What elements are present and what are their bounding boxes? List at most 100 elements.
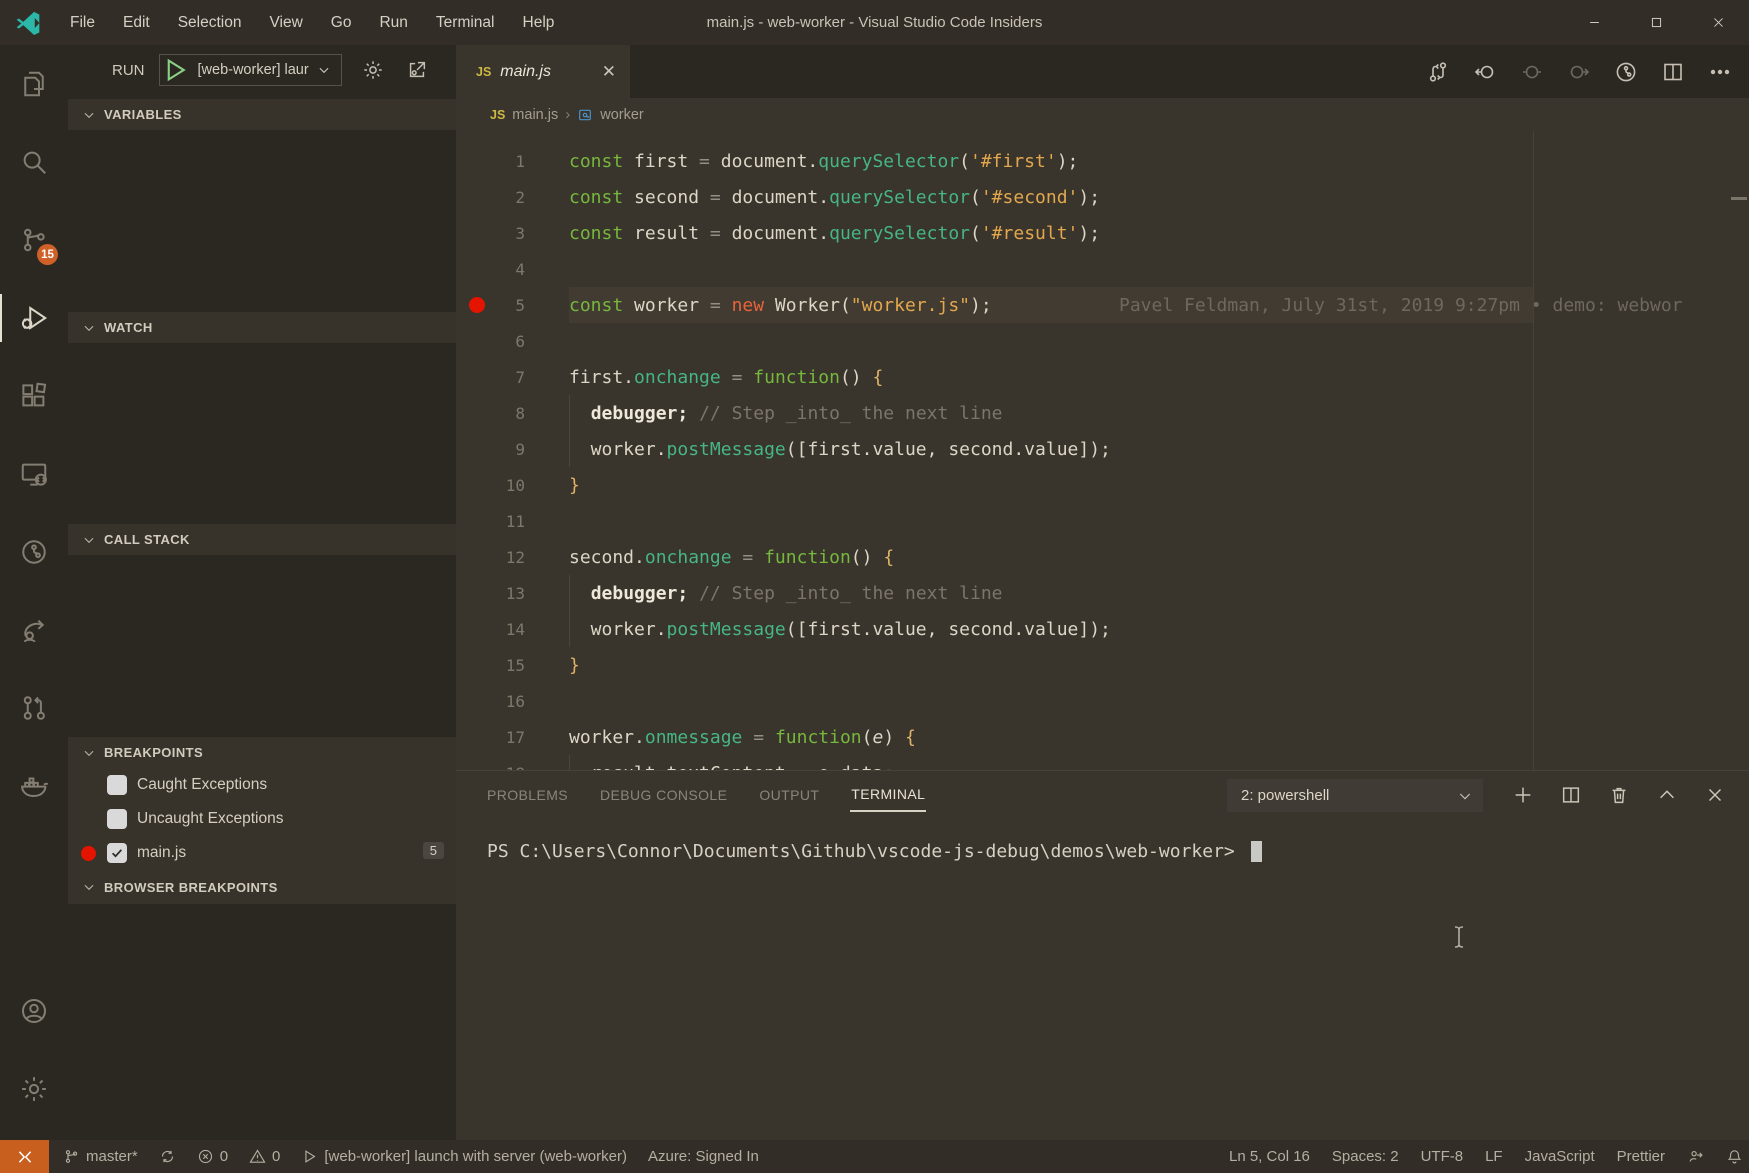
line-number[interactable]: 12: [456, 548, 547, 567]
line-number[interactable]: 14: [456, 620, 547, 639]
close-button[interactable]: [1687, 0, 1749, 45]
new-terminal-icon[interactable]: [1499, 775, 1547, 815]
source-control-icon[interactable]: 15: [0, 201, 68, 279]
status-notifications[interactable]: [1726, 1148, 1743, 1165]
status-warnings[interactable]: 0: [249, 1148, 280, 1165]
line-number[interactable]: 6: [456, 332, 547, 351]
extensions-icon[interactable]: [0, 357, 68, 435]
line-number[interactable]: 13: [456, 584, 547, 603]
line-number[interactable]: 8: [456, 404, 547, 423]
status-cursor-position[interactable]: Ln 5, Col 16: [1229, 1148, 1310, 1165]
settings-icon[interactable]: [0, 1050, 68, 1128]
activity-bar: 15: [0, 45, 68, 1140]
status-sync[interactable]: [159, 1148, 176, 1165]
breakpoint-row[interactable]: main.js5: [68, 836, 456, 870]
search-icon[interactable]: [0, 123, 68, 201]
split-terminal-icon[interactable]: [1547, 775, 1595, 815]
menu-item-run[interactable]: Run: [365, 0, 421, 45]
status-indentation[interactable]: Spaces: 2: [1332, 1148, 1399, 1165]
nav-circle-icon[interactable]: [1508, 52, 1555, 92]
line-number[interactable]: 16: [456, 692, 547, 711]
panel-tab-terminal[interactable]: TERMINAL: [850, 778, 926, 812]
close-panel-icon[interactable]: [1691, 775, 1739, 815]
section-header-call-stack[interactable]: CALL STACK: [68, 524, 456, 555]
panel-tab-output[interactable]: OUTPUT: [758, 779, 820, 811]
panel-tab-problems[interactable]: PROBLEMS: [486, 779, 569, 811]
status-git-branch[interactable]: master*: [63, 1148, 138, 1165]
code-editor[interactable]: 1const first = document.querySelector('#…: [456, 131, 1749, 770]
line-number[interactable]: 17: [456, 728, 547, 747]
bell-icon: [1726, 1148, 1743, 1165]
status-encoding[interactable]: UTF-8: [1421, 1148, 1464, 1165]
menu-item-terminal[interactable]: Terminal: [422, 0, 509, 45]
code-text: const first = document.querySelector('#f…: [547, 151, 1078, 172]
line-number[interactable]: 10: [456, 476, 547, 495]
line-number[interactable]: 1: [456, 152, 547, 171]
code-text: const result = document.querySelector('#…: [547, 223, 1100, 244]
menu-item-selection[interactable]: Selection: [164, 0, 256, 45]
docker-icon[interactable]: [0, 747, 68, 825]
line-number[interactable]: 7: [456, 368, 547, 387]
section-header-breakpoints[interactable]: BREAKPOINTS: [68, 737, 456, 768]
breakpoint-row[interactable]: Caught Exceptions: [68, 768, 456, 802]
maximize-panel-icon[interactable]: [1643, 775, 1691, 815]
status-azure-account[interactable]: Azure: Signed In: [648, 1148, 759, 1165]
line-number[interactable]: 3: [456, 224, 547, 243]
breadcrumb-file[interactable]: main.js: [512, 107, 558, 123]
menu-item-view[interactable]: View: [255, 0, 316, 45]
remote-explorer-icon[interactable]: [0, 435, 68, 513]
pull-request-icon[interactable]: [0, 669, 68, 747]
terminal-select-dropdown[interactable]: 2: powershell: [1227, 779, 1483, 812]
breadcrumb-symbol[interactable]: worker: [600, 107, 644, 123]
code-line: 11: [456, 503, 1749, 539]
start-debug-button[interactable]: [160, 55, 190, 85]
git-compare-icon[interactable]: [1414, 52, 1461, 92]
status-formatter[interactable]: Prettier: [1617, 1148, 1665, 1165]
line-number[interactable]: 18: [456, 764, 547, 771]
menu-item-edit[interactable]: Edit: [109, 0, 164, 45]
breakpoint-row[interactable]: Uncaught Exceptions: [68, 802, 456, 836]
nav-back-icon[interactable]: [1461, 52, 1508, 92]
breakpoint-dot[interactable]: [469, 297, 485, 313]
terminal[interactable]: PS C:\Users\Connor\Documents\Github\vsco…: [456, 819, 1749, 1140]
status-launch-config[interactable]: [web-worker] launch with server (web-wor…: [301, 1148, 627, 1165]
nav-forward-icon[interactable]: [1555, 52, 1602, 92]
status-language-mode[interactable]: JavaScript: [1525, 1148, 1595, 1165]
live-share-icon[interactable]: [0, 591, 68, 669]
timeline-icon[interactable]: [1602, 52, 1649, 92]
accounts-icon[interactable]: [0, 972, 68, 1050]
line-number[interactable]: 9: [456, 440, 547, 459]
section-header-watch[interactable]: WATCH: [68, 312, 456, 343]
checkbox-unchecked[interactable]: [107, 809, 127, 829]
checkbox-unchecked[interactable]: [107, 775, 127, 795]
section-header-variables[interactable]: VARIABLES: [68, 99, 456, 130]
status-eol[interactable]: LF: [1485, 1148, 1503, 1165]
line-number[interactable]: 11: [456, 512, 547, 531]
status-feedback[interactable]: [1687, 1148, 1704, 1165]
line-number[interactable]: 2: [456, 188, 547, 207]
menu-item-go[interactable]: Go: [317, 0, 366, 45]
checkbox-checked[interactable]: [107, 843, 127, 863]
launch-config-dropdown[interactable]: [web-worker] laur: [190, 55, 341, 85]
status-errors[interactable]: 0: [197, 1148, 228, 1165]
kill-terminal-icon[interactable]: [1595, 775, 1643, 815]
minimize-button[interactable]: [1563, 0, 1625, 45]
menu-item-help[interactable]: Help: [509, 0, 569, 45]
tab-main-js[interactable]: JS main.js ✕: [456, 45, 630, 98]
close-tab-icon[interactable]: ✕: [602, 62, 616, 82]
explorer-icon[interactable]: [0, 45, 68, 123]
menu-item-file[interactable]: File: [56, 0, 109, 45]
configure-gear-icon[interactable]: [356, 53, 390, 87]
run-debug-icon[interactable]: [0, 279, 68, 357]
status-remote-indicator[interactable]: [0, 1140, 49, 1173]
line-number[interactable]: 4: [456, 260, 547, 279]
line-number[interactable]: 15: [456, 656, 547, 675]
timeline-icon[interactable]: [0, 513, 68, 591]
code-line: 15}: [456, 647, 1749, 683]
more-actions-icon[interactable]: [1696, 52, 1743, 92]
maximize-button[interactable]: [1625, 0, 1687, 45]
section-header-browser-breakpoints[interactable]: BROWSER BREAKPOINTS: [68, 870, 456, 904]
debug-console-icon[interactable]: [400, 53, 434, 87]
panel-tab-debug-console[interactable]: DEBUG CONSOLE: [599, 779, 728, 811]
split-editor-icon[interactable]: [1649, 52, 1696, 92]
